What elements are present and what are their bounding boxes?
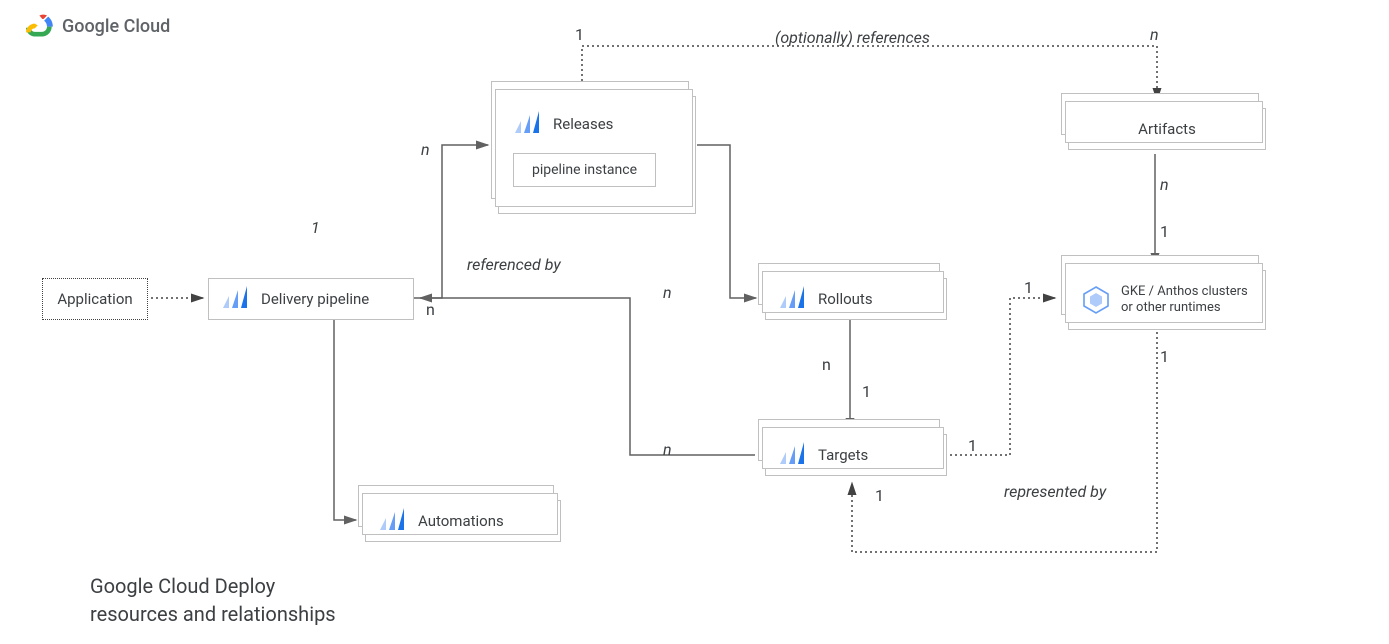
card-1: 1 <box>1160 347 1169 366</box>
node-releases: Releases pipeline instance <box>498 96 696 214</box>
card-1: 1 <box>1024 278 1033 297</box>
node-label: Application <box>57 290 132 308</box>
diagram-caption: Google Cloud Deploy resources and relati… <box>90 572 336 628</box>
node-label: GKE / Anthos clusters or other runtimes <box>1121 284 1253 317</box>
node-label: Rollouts <box>818 290 873 308</box>
label-referenced-by: referenced by <box>467 255 561 274</box>
cloud-icon <box>26 14 54 38</box>
deploy-icon <box>778 442 808 468</box>
card-n: n <box>663 440 672 459</box>
node-label: Releases <box>553 115 613 133</box>
card-n: n <box>1160 175 1169 194</box>
card-n: n <box>1150 25 1159 44</box>
node-pipeline-instance: pipeline instance <box>513 153 656 187</box>
card-1: 1 <box>968 436 977 455</box>
node-delivery-pipeline: Delivery pipeline <box>208 278 414 320</box>
deploy-icon <box>778 286 808 312</box>
node-targets: Targets <box>765 434 947 476</box>
label-optionally-references: (optionally) references <box>775 28 930 47</box>
gke-icon <box>1081 285 1111 315</box>
node-artifacts: Artifacts <box>1068 108 1266 150</box>
node-label: Automations <box>418 512 504 530</box>
card-1: 1 <box>875 486 884 505</box>
card-n: n <box>822 355 831 374</box>
node-application: Application <box>42 278 148 320</box>
node-automations: Automations <box>365 500 561 542</box>
card-1: 1 <box>575 25 584 44</box>
deploy-icon <box>378 508 408 534</box>
card-n: n <box>663 283 672 302</box>
brand-text: Google Cloud <box>62 16 170 37</box>
card-n: n <box>421 140 430 159</box>
google-cloud-logo: Google Cloud <box>26 14 170 38</box>
node-rollouts: Rollouts <box>765 278 947 320</box>
deploy-icon <box>513 111 543 137</box>
node-label: Delivery pipeline <box>261 290 369 308</box>
node-gke: GKE / Anthos clusters or other runtimes <box>1068 270 1266 330</box>
card-n: n <box>426 300 435 319</box>
card-1: 1 <box>1160 222 1169 241</box>
card-1: 1 <box>862 382 871 401</box>
node-label: Targets <box>818 446 868 464</box>
deploy-icon <box>221 286 251 312</box>
card-1: 1 <box>311 218 320 237</box>
label-represented-by: represented by <box>1004 482 1106 501</box>
node-label: Artifacts <box>1138 120 1196 138</box>
